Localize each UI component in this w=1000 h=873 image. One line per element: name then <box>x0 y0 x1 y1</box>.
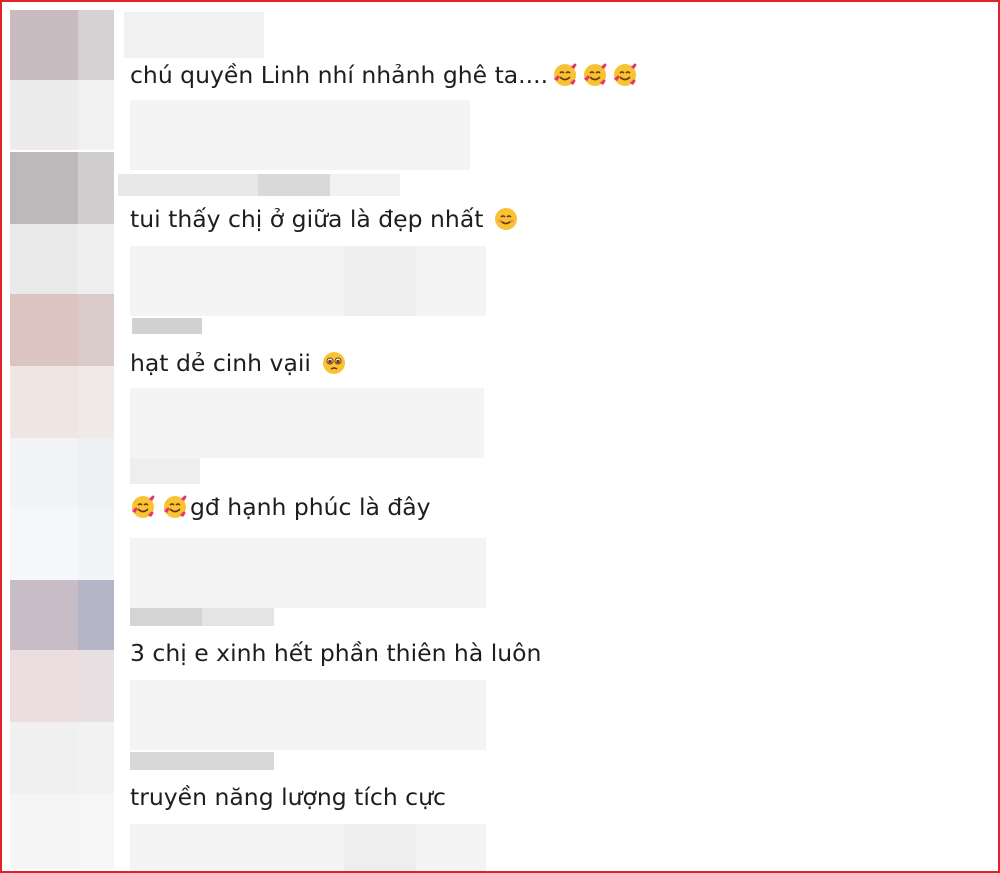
comment-body: 3 chị e xinh hết phần thiên hà luôn <box>130 639 542 667</box>
blurred-username <box>130 752 274 770</box>
smiling-face-icon <box>495 208 518 230</box>
blurred-username <box>124 12 264 58</box>
blurred-action-row <box>130 388 484 458</box>
blurred-username <box>330 174 400 196</box>
pleading-face-icon <box>322 352 345 374</box>
smiling-face-with-hearts-icon <box>164 495 187 518</box>
comment-thread-screenshot: chú quyền Linh nhí nhảnh ghê ta.... tui … <box>0 0 1000 873</box>
comment-body: gđ hạnh phúc là đây <box>190 493 431 521</box>
comment-text: gđ hạnh phúc là đây <box>130 492 431 522</box>
comment-body: hạt dẻ cinh vạii <box>130 349 311 377</box>
blurred-action-row <box>130 824 486 871</box>
blurred-username <box>258 174 330 196</box>
blurred-action-row <box>130 538 486 608</box>
comment-text: hạt dẻ cinh vạii <box>130 348 347 378</box>
blurred-username <box>130 608 202 626</box>
comment-text: 3 chị e xinh hết phần thiên hà luôn <box>130 638 541 668</box>
smiling-face-with-hearts-icon <box>132 495 155 518</box>
smiling-face-with-hearts-icon <box>614 63 637 86</box>
smiling-face-with-hearts-icon <box>554 63 577 86</box>
comment-text: truyền năng lượng tích cực <box>130 782 446 812</box>
comment-body: truyền năng lượng tích cực <box>130 783 446 811</box>
blurred-action-row <box>130 100 470 170</box>
comment-text: tui thấy chị ở giữa là đẹp nhất <box>130 204 519 234</box>
blurred-username <box>132 318 202 334</box>
comment-body: tui thấy chị ở giữa là đẹp nhất <box>130 205 484 233</box>
blurred-action-row <box>130 680 486 750</box>
comment-body: chú quyền Linh nhí nhảnh ghê ta.... <box>130 61 549 89</box>
blurred-username <box>118 174 258 196</box>
comment-text: chú quyền Linh nhí nhảnh ghê ta.... <box>130 60 638 90</box>
smiling-face-with-hearts-icon <box>584 63 607 86</box>
blurred-username <box>130 458 200 484</box>
blurred-action-row <box>130 246 486 316</box>
blurred-username <box>202 608 274 626</box>
